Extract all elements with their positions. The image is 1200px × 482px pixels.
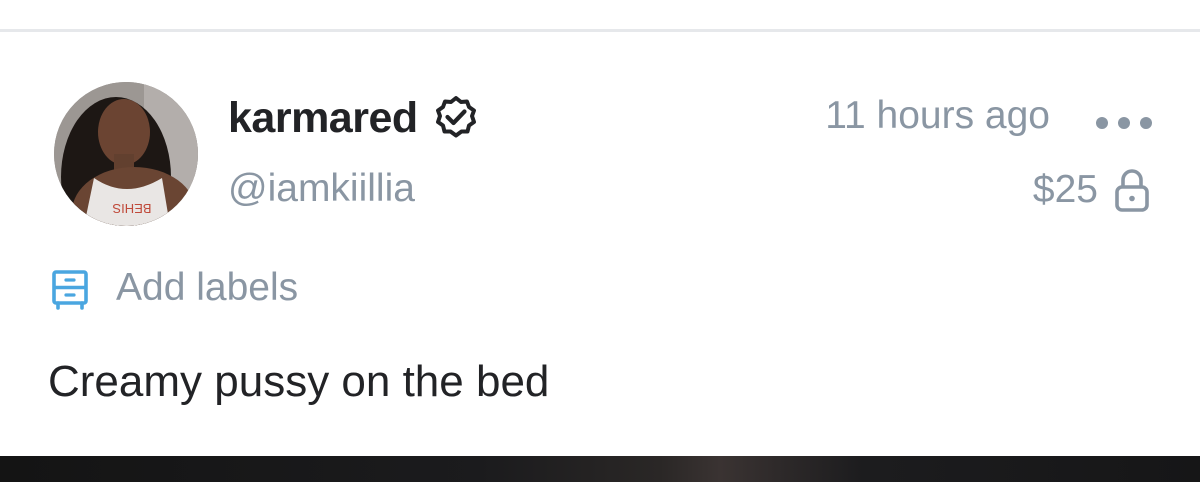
verified-badge-icon (432, 94, 480, 142)
price-value: $25 (1032, 167, 1098, 211)
author-handle[interactable]: @iamkiillia (228, 166, 415, 213)
post-text: Creamy pussy on the bed (48, 357, 550, 406)
post-price: $25 (1033, 166, 1150, 214)
add-labels-button[interactable]: Add labels (50, 264, 298, 312)
more-options-icon (1140, 117, 1152, 129)
svg-text:BEHIS: BEHIS (112, 201, 151, 216)
more-options-icon (1118, 117, 1130, 129)
post-media-preview[interactable] (0, 456, 1200, 482)
add-labels-label: Add labels (116, 265, 299, 309)
avatar[interactable]: BEHIS (54, 82, 198, 226)
labels-icon (50, 264, 90, 312)
more-options-button[interactable] (1096, 108, 1152, 138)
avatar-image: BEHIS (54, 82, 198, 226)
lock-icon (1114, 166, 1150, 214)
top-divider (0, 29, 1200, 32)
author-row: karmared (228, 90, 480, 146)
post-card: BEHIS karmared @iamkiillia 11 hours ago … (0, 0, 1200, 482)
author-display-name[interactable]: karmared (228, 96, 418, 140)
more-options-icon (1096, 117, 1108, 129)
post-timestamp[interactable]: 11 hours ago (825, 93, 1050, 140)
